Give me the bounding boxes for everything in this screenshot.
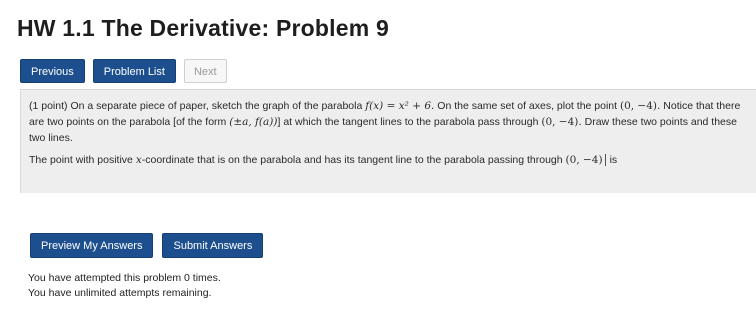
previous-button[interactable]: Previous	[20, 59, 85, 83]
preview-answers-button[interactable]: Preview My Answers	[30, 233, 154, 258]
question-text: is	[609, 154, 618, 166]
function-expression: f(x) = x² + 6.	[365, 100, 435, 112]
instruction-text: On the same set of axes, plot the point	[437, 100, 618, 112]
instruction-text: ] at which the tangent lines to the para…	[277, 116, 539, 128]
problem-statement: (1 point) On a separate piece of paper, …	[20, 89, 756, 193]
answer-input[interactable]	[604, 154, 608, 167]
attempts-text: You have attempted this problem 0 times.	[28, 272, 221, 284]
answer-actions: Preview My Answers Submit Answers	[30, 233, 264, 258]
submit-answers-button[interactable]: Submit Answers	[162, 233, 264, 258]
problem-list-button[interactable]: Problem List	[92, 59, 176, 83]
point-expression: (0, −4).	[541, 116, 582, 128]
page-title: HW 1.1 The Derivative: Problem 9	[17, 15, 389, 41]
question-text: The point with positive	[29, 154, 133, 166]
instruction-text: On a separate piece of paper, sketch the…	[70, 100, 363, 112]
page: HW 1.1 The Derivative: Problem 9 Previou…	[0, 0, 756, 310]
form-expression: (±a, f(a))	[229, 116, 278, 128]
point-expression: (0, −4)	[565, 154, 603, 166]
question-text: -coordinate that is on the parabola and …	[141, 154, 563, 166]
point-expression: (0, −4).	[619, 100, 661, 112]
attempt-status: You have attempted this problem 0 times.…	[28, 271, 221, 301]
next-button[interactable]: Next	[183, 59, 227, 83]
problem-navigation: Previous Problem List Next	[20, 59, 227, 83]
problem-question: The point with positive x-coordinate tha…	[29, 152, 746, 168]
points-label: (1 point)	[29, 100, 68, 112]
remaining-text: You have unlimited attempts remaining.	[28, 287, 212, 299]
problem-instructions: (1 point) On a separate piece of paper, …	[29, 98, 746, 146]
